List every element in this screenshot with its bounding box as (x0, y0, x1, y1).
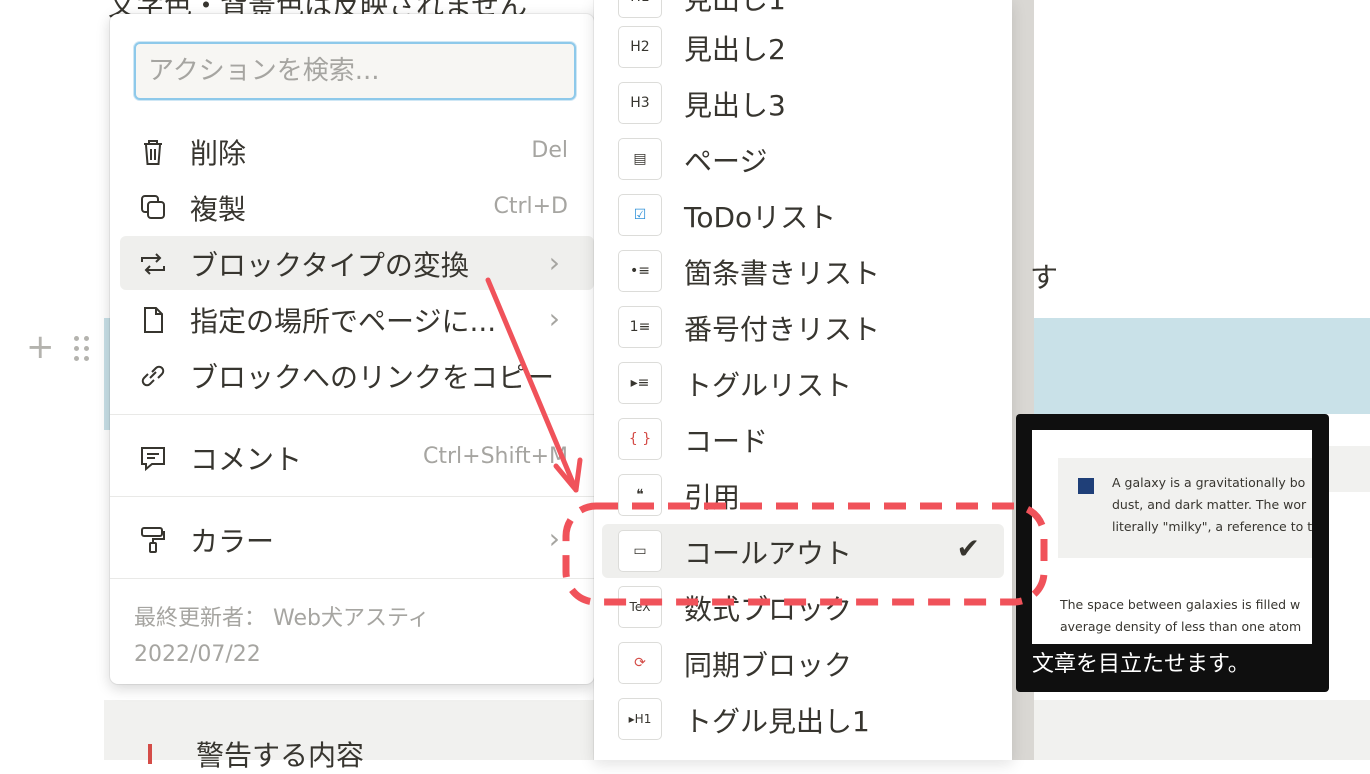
last-edited-by: 最終更新者： Web犬アスティ (134, 606, 430, 631)
toggle-list-icon: ▸≡ (618, 362, 662, 404)
bulleted-list-icon: •≡ (618, 250, 662, 292)
callout-icon: ▭ (618, 530, 662, 572)
menu-item-duplicate[interactable]: 複製 Ctrl+D (120, 180, 594, 234)
action-search-field[interactable] (134, 42, 576, 100)
menu-item-label: ブロックへのリンクをコピー (190, 361, 555, 394)
block-type-heading-3[interactable]: H3 見出し3 (602, 76, 1004, 130)
equation-icon: TeX (618, 586, 662, 628)
menu-item-copy-link[interactable]: ブロックへのリンクをコピー (120, 348, 594, 402)
block-type-label: 箇条書きリスト (684, 257, 881, 290)
block-type-label: コールアウト (684, 537, 853, 570)
preview-line: average density of less than one atom (1060, 619, 1302, 634)
chevron-right-icon: › (548, 522, 560, 555)
action-search-input[interactable] (136, 44, 574, 98)
block-type-synced-block[interactable]: ⟳ 同期ブロック (602, 636, 1004, 690)
block-type-label: 同期ブロック (684, 649, 853, 682)
galaxy-emoji-icon (1078, 478, 1094, 494)
menu-item-label: コメント (190, 443, 303, 476)
add-block-icon[interactable]: + (26, 330, 55, 364)
tooltip-caption: 文章を目立たせます。 (1032, 652, 1250, 677)
block-type-label: 引用 (684, 481, 741, 514)
callout-block-blue[interactable] (1034, 318, 1370, 414)
menu-divider (110, 496, 594, 497)
block-type-label: 数式ブロック (684, 593, 853, 626)
heading-1-icon: H1 (618, 0, 662, 18)
paint-roller-icon (136, 524, 170, 556)
menu-item-comment[interactable]: コメント Ctrl+Shift+M (120, 430, 594, 484)
block-type-equation[interactable]: TeX 数式ブロック (602, 580, 1004, 634)
chevron-right-icon: › (548, 246, 560, 279)
checkbox-icon: ☑ (618, 194, 662, 236)
page-icon (136, 304, 170, 336)
quote-icon: ❝ (618, 474, 662, 516)
preview-callout-box: A galaxy is a gravitationally bo dust, a… (1058, 458, 1312, 558)
block-type-label: 見出し1 (684, 0, 786, 18)
synced-block-icon: ⟳ (618, 642, 662, 684)
preview-line: literally "milky", a reference to t (1112, 519, 1312, 534)
warning-callout-text: 警告する内容 (196, 739, 365, 772)
block-type-page[interactable]: ▤ ページ (602, 132, 1004, 186)
menu-divider (110, 578, 594, 579)
callout-preview-image: A galaxy is a gravitationally bo dust, a… (1032, 430, 1312, 644)
menu-item-color[interactable]: カラー › (120, 512, 594, 566)
menu-item-move-to[interactable]: 指定の場所でページに... › (120, 292, 594, 346)
page-text-fragment: す (1030, 261, 1059, 294)
shortcut-hint: Ctrl+D (493, 194, 568, 219)
last-edited-date: 2022/07/22 (134, 642, 261, 667)
preview-line: dust, and dark matter. The wor (1112, 497, 1307, 512)
numbered-list-icon: 1≡ (618, 306, 662, 348)
comment-icon (136, 442, 170, 474)
check-icon: ✔ (956, 532, 980, 565)
block-type-label: トグルリスト (684, 369, 853, 402)
chevron-right-icon: › (548, 302, 560, 335)
block-type-label: 見出し2 (684, 33, 786, 66)
menu-item-label: 指定の場所でページに... (190, 305, 497, 338)
block-type-numbered-list[interactable]: 1≡ 番号付きリスト (602, 300, 1004, 354)
block-type-code[interactable]: { } コード (602, 412, 1004, 466)
preview-line: The space between galaxies is filled w (1060, 597, 1301, 612)
shortcut-hint: Del (531, 138, 568, 163)
block-type-label: ページ (684, 145, 768, 178)
trash-icon (136, 136, 170, 168)
block-type-label: 見出し3 (684, 89, 786, 122)
block-type-label: トグル見出し1 (684, 705, 870, 738)
block-preview-tooltip: A galaxy is a gravitationally bo dust, a… (1016, 414, 1329, 692)
menu-item-turn-into[interactable]: ブロックタイプの変換 › (120, 236, 594, 290)
block-type-quote[interactable]: ❝ 引用 (602, 468, 1004, 522)
menu-item-delete[interactable]: 削除 Del (120, 124, 594, 178)
menu-item-label: ブロックタイプの変換 (190, 249, 469, 282)
warning-icon (148, 744, 152, 764)
code-icon: { } (618, 418, 662, 460)
preview-paragraph: The space between galaxies is filled w a… (1060, 594, 1312, 638)
drag-handle-icon[interactable] (72, 334, 92, 364)
block-type-callout[interactable]: ▭ コールアウト ✔ (602, 524, 1004, 578)
menu-item-label: 削除 (190, 137, 247, 170)
turn-into-submenu: H1 見出し1 H2 見出し2 H3 見出し3 ▤ ページ ☑ ToDoリスト … (594, 0, 1012, 760)
block-type-bulleted-list[interactable]: •≡ 箇条書きリスト (602, 244, 1004, 298)
block-type-toggle-heading-1[interactable]: ▸H1 トグル見出し1 (602, 692, 1004, 746)
preview-line: A galaxy is a gravitationally bo (1112, 475, 1306, 490)
heading-2-icon: H2 (618, 26, 662, 68)
preview-text: A galaxy is a gravitationally bo dust, a… (1112, 472, 1312, 538)
turn-into-icon (136, 248, 170, 280)
block-action-menu: 削除 Del 複製 Ctrl+D ブロックタイプの変換 › 指定の場所でページに… (110, 14, 594, 684)
menu-item-label: 複製 (190, 193, 247, 226)
block-type-toggle-list[interactable]: ▸≡ トグルリスト (602, 356, 1004, 410)
shortcut-hint: Ctrl+Shift+M (423, 444, 568, 469)
duplicate-icon (136, 192, 170, 224)
menu-item-label: カラー (190, 525, 275, 558)
callout-block-gray-bottom[interactable] (1034, 700, 1370, 760)
link-icon (136, 360, 170, 392)
block-type-heading-2[interactable]: H2 見出し2 (602, 20, 1004, 74)
block-type-label: ToDoリスト (684, 201, 837, 234)
page-icon: ▤ (618, 138, 662, 180)
toggle-heading-icon: ▸H1 (618, 698, 662, 740)
menu-divider (110, 414, 594, 415)
block-type-label: コード (684, 425, 769, 458)
block-type-label: 番号付きリスト (684, 313, 881, 346)
block-type-todo[interactable]: ☑ ToDoリスト (602, 188, 1004, 242)
heading-3-icon: H3 (618, 82, 662, 124)
